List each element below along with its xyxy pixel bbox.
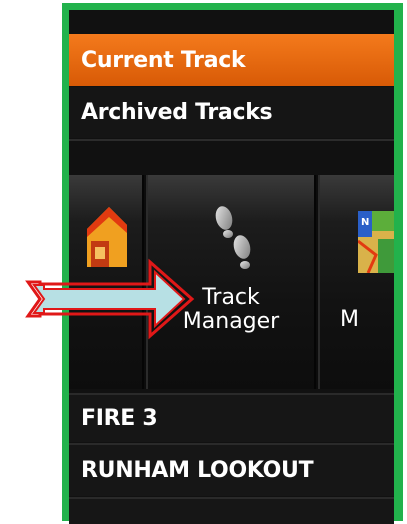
carousel-item-map[interactable]: N M bbox=[318, 175, 394, 389]
svg-text:N: N bbox=[361, 217, 369, 228]
pointer-arrow-annotation bbox=[25, 258, 195, 340]
map-label: M bbox=[340, 307, 359, 332]
footprints-icon bbox=[215, 206, 251, 269]
map-icon: N bbox=[358, 211, 394, 273]
